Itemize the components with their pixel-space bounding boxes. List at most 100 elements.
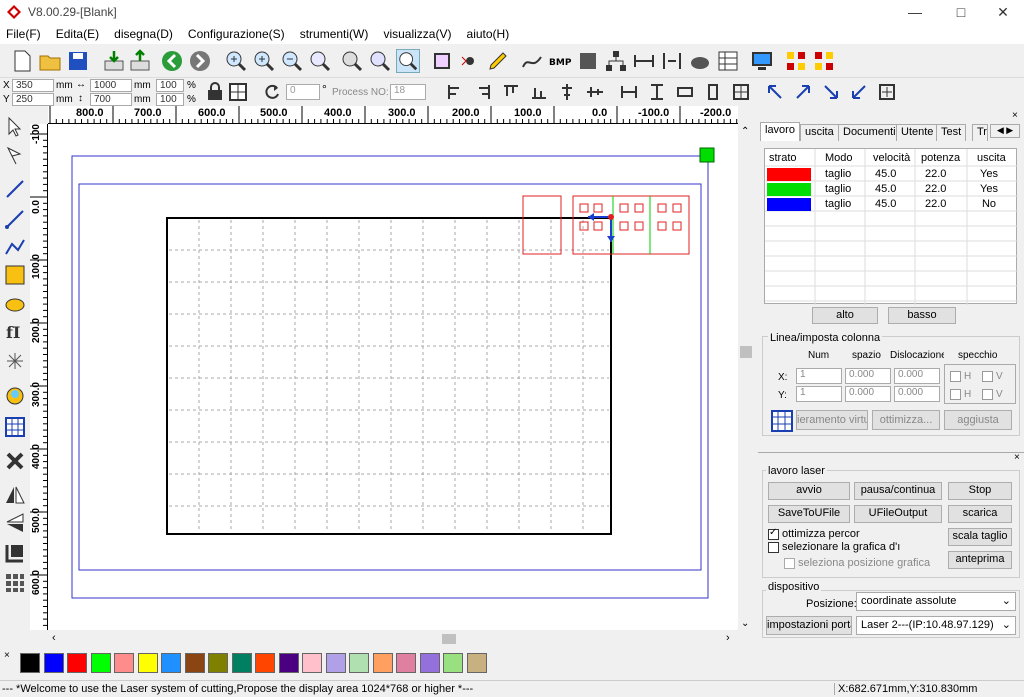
mirror-y-h-checkbox[interactable] (950, 389, 961, 400)
table-row[interactable]: taglio 45.0 22.0 Yes (765, 167, 1016, 182)
corner-tl-icon[interactable] (766, 83, 784, 101)
mirror-v-icon[interactable] (4, 512, 26, 534)
stop-button[interactable]: Stop (948, 482, 1012, 500)
array-icon[interactable] (784, 49, 808, 73)
red-small-square[interactable] (657, 221, 667, 231)
table-row[interactable]: taglio 45.0 22.0 Yes (765, 182, 1016, 197)
drawing-canvas[interactable] (48, 124, 738, 630)
tab-tra[interactable]: Tra (972, 124, 988, 141)
ellipse-icon[interactable] (4, 294, 26, 316)
port-settings-button[interactable]: impostazioni porta (766, 616, 852, 635)
red-small-square[interactable] (634, 221, 644, 231)
tab-lavoro[interactable]: lavoro (760, 122, 800, 141)
red-shape-1[interactable] (522, 195, 562, 255)
mirror-h-icon[interactable] (4, 484, 26, 506)
color-swatch[interactable] (20, 653, 40, 673)
curve-tool-icon[interactable] (4, 236, 26, 258)
h-measure-icon[interactable] (632, 49, 656, 73)
x-position-input[interactable]: 350 (12, 79, 54, 92)
color-swatch[interactable] (67, 653, 87, 673)
color-swatch[interactable] (114, 653, 134, 673)
scroll-right-icon[interactable]: › (726, 632, 730, 644)
zoom-all-icon[interactable] (368, 49, 392, 73)
red-small-square[interactable] (619, 221, 629, 231)
y-position-input[interactable]: 250 (12, 93, 54, 106)
zoom-window-icon[interactable] (396, 49, 420, 73)
delete-x-icon[interactable] (4, 450, 26, 472)
close-button[interactable]: ✕ (980, 0, 1024, 24)
node-edit-icon[interactable] (4, 144, 26, 166)
color-swatch[interactable] (137, 653, 158, 673)
select-position-checkbox[interactable] (784, 558, 795, 569)
red-small-square[interactable] (634, 203, 644, 213)
redo-icon[interactable] (188, 49, 212, 73)
mirror-x-v-checkbox[interactable] (982, 371, 993, 382)
array-y-offset[interactable]: 0.000 (894, 386, 940, 402)
zoom-in-icon[interactable] (224, 49, 248, 73)
panel-close-icon[interactable]: × (1012, 110, 1018, 121)
tab-documenti[interactable]: Documenti (838, 124, 901, 141)
same-height-icon[interactable] (704, 83, 722, 101)
polyline-icon[interactable] (4, 208, 26, 230)
red-small-square[interactable] (672, 221, 682, 231)
save-to-ufile-button[interactable]: SaveToUFile (768, 505, 850, 523)
download-button[interactable]: scarica (948, 505, 1012, 523)
scale-cut-button[interactable]: scala taglio (948, 528, 1012, 546)
pen-icon[interactable] (486, 49, 510, 73)
red-small-square[interactable] (579, 203, 589, 213)
line-icon[interactable] (4, 178, 26, 200)
menu-file[interactable]: File(F) (0, 24, 47, 44)
bitmap-icon[interactable]: BMP (548, 49, 572, 73)
new-file-icon[interactable] (10, 49, 34, 73)
process-no-input[interactable]: 18 (390, 84, 426, 100)
align-vcenter-icon[interactable] (586, 83, 604, 101)
point-icon[interactable] (4, 350, 26, 372)
distribute-h-icon[interactable] (620, 83, 638, 101)
move-up-button[interactable]: alto (812, 307, 878, 324)
corner-br-icon[interactable] (822, 83, 840, 101)
layout-grid-icon[interactable] (4, 572, 26, 594)
red-small-square[interactable] (657, 203, 667, 213)
zoom-plus-icon[interactable] (252, 49, 276, 73)
scroll-left-icon[interactable]: ‹ (52, 632, 56, 644)
undo-icon[interactable] (160, 49, 184, 73)
hscroll-thumb[interactable] (442, 634, 456, 644)
layer-color-swatch[interactable] (767, 183, 811, 196)
red-small-square[interactable] (593, 203, 603, 213)
corner-tr-icon[interactable] (794, 83, 812, 101)
virtual-array-icon[interactable] (771, 410, 793, 432)
menu-draw[interactable]: disegna(D) (108, 24, 179, 44)
menu-config[interactable]: Configurazione(S) (182, 24, 291, 44)
h-align-icon[interactable] (660, 49, 684, 73)
scale-x-input[interactable]: 100 (156, 79, 184, 92)
width-input[interactable]: 1000 (90, 79, 132, 92)
color-swatch[interactable] (255, 653, 275, 673)
distribute-v-icon[interactable] (648, 83, 666, 101)
color-swatch[interactable] (466, 653, 487, 673)
vertical-scrollbar[interactable]: ⌃ ⌄ (738, 124, 754, 632)
tab-scroll-arrows[interactable]: ◀ ▶ (990, 124, 1020, 138)
red-small-square[interactable] (619, 203, 629, 213)
color-swatch[interactable] (302, 653, 322, 673)
grid-array-icon[interactable] (4, 416, 26, 438)
align-bottom-icon[interactable] (530, 83, 548, 101)
palette-close-icon[interactable]: × (4, 650, 10, 661)
laser-panel-close-icon[interactable]: × (1014, 452, 1020, 463)
color-swatch[interactable] (349, 653, 369, 673)
frame-icon[interactable] (430, 49, 454, 73)
optimize-array-button[interactable]: ottimizza... (872, 410, 940, 430)
minimize-button[interactable]: — (892, 0, 938, 24)
menu-edit[interactable]: Edita(E) (50, 24, 105, 44)
curve-icon[interactable] (520, 49, 544, 73)
color-swatch[interactable] (396, 653, 416, 673)
red-shape-group[interactable] (572, 195, 690, 255)
color-swatch[interactable] (325, 653, 346, 673)
lock-ratio-icon[interactable] (205, 82, 225, 102)
move-down-button[interactable]: basso (888, 307, 956, 324)
same-width-icon[interactable] (676, 83, 694, 101)
table-icon[interactable] (716, 49, 740, 73)
align-left-icon[interactable] (446, 83, 464, 101)
color-swatch[interactable] (90, 653, 111, 673)
start-button[interactable]: avvio (768, 482, 850, 500)
cloud-icon[interactable] (688, 49, 712, 73)
